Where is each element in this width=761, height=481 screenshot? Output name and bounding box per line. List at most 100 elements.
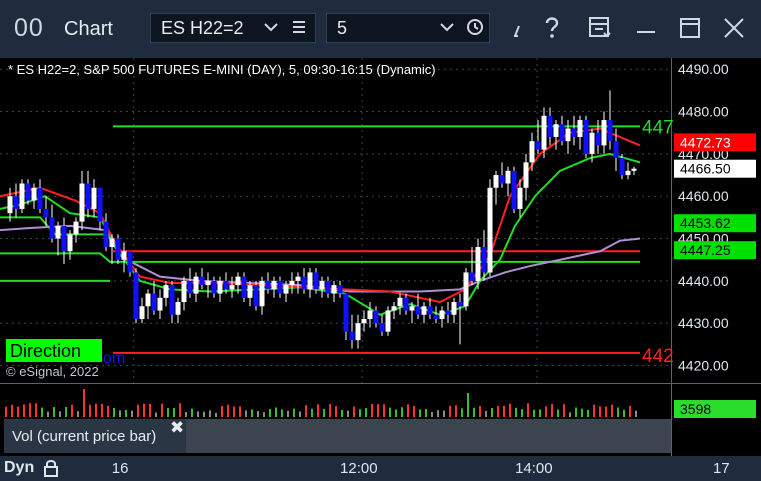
candle-body [229, 285, 235, 290]
symbol-value: ES H22=2 [161, 18, 244, 38]
volume-bar [233, 406, 235, 417]
volume-bar [575, 407, 577, 417]
candle-body [289, 280, 295, 286]
maximize-icon[interactable] [676, 14, 704, 42]
volume-bar [131, 410, 133, 417]
candle-body [421, 306, 427, 315]
candle-body [565, 128, 571, 142]
volume-bar [251, 409, 253, 417]
candle-body [325, 280, 331, 294]
time-label: 17 [712, 460, 730, 477]
volume-bar [533, 409, 535, 417]
volume-legend[interactable]: Vol (current price bar) ✖ [4, 418, 186, 453]
volume-legend-label: Vol (current price bar) [12, 428, 157, 445]
volume-bar [383, 404, 385, 417]
time-axis[interactable]: Dyn 16 12:00 14:00 17 [0, 456, 761, 481]
volume-bar [299, 411, 301, 417]
volume-bar [323, 408, 325, 417]
price-tick: 4440.00 [678, 273, 729, 289]
chevron-down-icon[interactable] [439, 17, 455, 42]
minimize-icon[interactable] [632, 14, 660, 42]
candle-body [241, 276, 247, 298]
candle-body [7, 196, 13, 214]
volume-bar [569, 412, 571, 417]
candle-body [343, 293, 349, 332]
volume-bar [335, 406, 337, 417]
candle-body [469, 272, 475, 281]
volume-bar [29, 403, 31, 417]
candle-body [79, 183, 85, 222]
lock-icon[interactable] [42, 458, 60, 481]
volume-bar [461, 408, 463, 417]
volume-bar [209, 410, 211, 417]
volume-bar [623, 409, 625, 417]
list-icon[interactable] [291, 17, 307, 42]
candle-body [499, 175, 505, 184]
volume-bar [425, 409, 427, 417]
volume-bar [191, 408, 193, 417]
close-icon[interactable] [720, 14, 748, 42]
volume-bar [125, 409, 127, 417]
volume-bar [11, 404, 13, 417]
candle-body [205, 280, 211, 286]
volume-bar [47, 411, 49, 417]
candle-body [481, 247, 487, 273]
candle-body [259, 280, 265, 307]
volume-bar [401, 407, 403, 417]
candle-body [109, 238, 115, 248]
candle-body [67, 234, 73, 252]
volume-bar [329, 404, 331, 417]
volume-bar [581, 408, 583, 417]
candle-body [115, 238, 121, 260]
candle-body [223, 280, 229, 290]
candle-body [373, 310, 379, 324]
direction-label: Direction [10, 341, 81, 361]
candle-body [133, 272, 139, 319]
volume-bar [155, 412, 157, 417]
candle-body [31, 187, 37, 201]
volume-bar [95, 403, 97, 417]
interval-input[interactable]: 5 [326, 13, 490, 43]
interval-value: 5 [337, 18, 348, 38]
candle-body [277, 280, 283, 294]
help-icon[interactable] [538, 14, 566, 42]
candle-body [163, 285, 169, 298]
volume-bar [449, 405, 451, 417]
candle-body [523, 162, 529, 188]
volume-bar [479, 406, 481, 417]
volume-bar [509, 403, 511, 417]
candle-body [631, 168, 637, 171]
candle-body [391, 306, 397, 311]
title-bar: 00 Chart ES H22=2 5 [0, 0, 761, 58]
candle-body [493, 175, 499, 188]
volume-bar [593, 404, 595, 417]
volume-bar [215, 412, 217, 417]
volume-bar [521, 409, 523, 417]
volume-bar [23, 404, 25, 417]
volume-bar [395, 409, 397, 417]
volume-bar [497, 406, 499, 417]
candle-body [583, 120, 589, 154]
app-logo: 00 [14, 14, 44, 42]
chevron-down-icon[interactable] [263, 17, 279, 42]
clock-icon[interactable] [466, 17, 484, 42]
volume-bar [563, 404, 565, 417]
volume-bar [35, 403, 37, 417]
volume-bar [605, 406, 607, 417]
volume-bar [173, 407, 175, 417]
template-icon[interactable] [586, 14, 614, 42]
price-chart[interactable]: 4490.004480.004470.004460.004450.004440.… [0, 58, 761, 383]
draw-tool-icon[interactable] [505, 14, 533, 42]
symbol-input[interactable]: ES H22=2 [150, 13, 316, 43]
candle-body [415, 306, 421, 315]
price-tag-value: 4453.62 [680, 215, 731, 231]
dynamic-mode-label[interactable]: Dyn [4, 459, 34, 477]
candle-body [295, 276, 301, 281]
time-label: 14:00 [515, 460, 553, 477]
candle-body [361, 318, 367, 324]
close-study-icon[interactable]: ✖ [170, 418, 184, 438]
volume-bar [185, 412, 187, 417]
candle-body [73, 221, 79, 235]
price-tag-value: 4447.25 [680, 242, 731, 258]
price-tag-value: 4472.73 [680, 134, 731, 150]
